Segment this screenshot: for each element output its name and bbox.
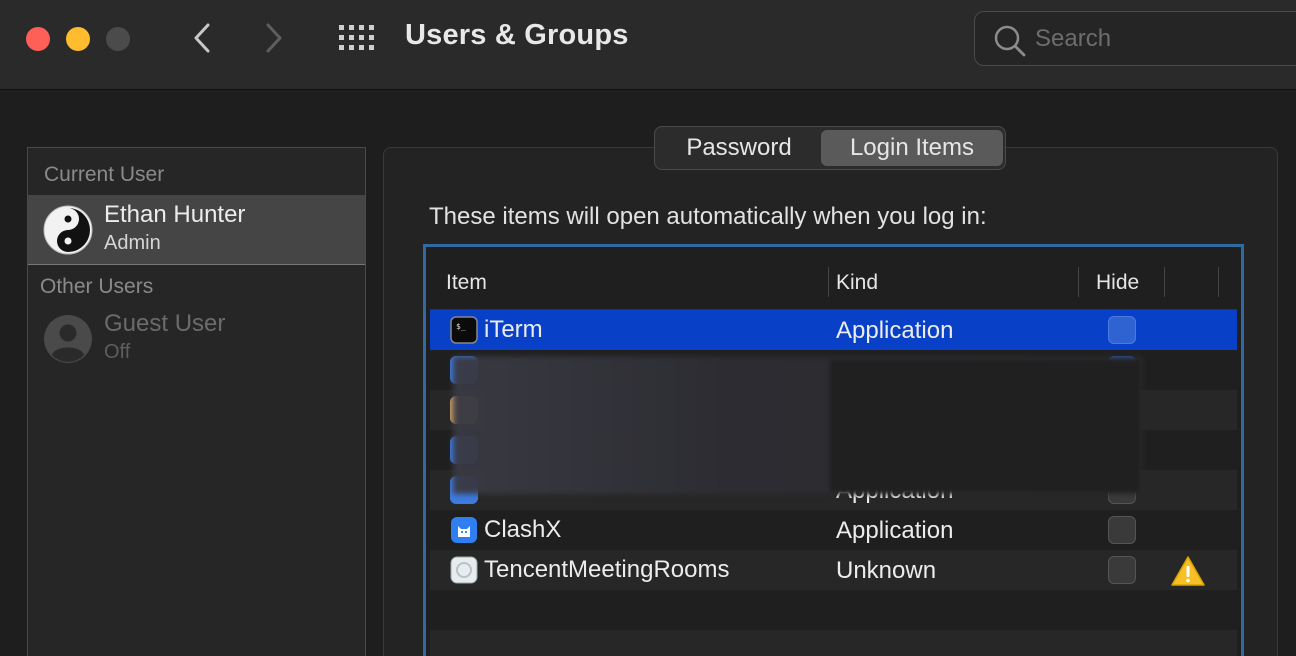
terminal-icon: $_ (450, 316, 478, 344)
login-item-kind: Application (836, 517, 954, 544)
search-field[interactable] (974, 11, 1296, 66)
column-divider[interactable] (1164, 267, 1165, 297)
chevron-right-icon (266, 23, 282, 53)
table-row[interactable]: $_ iTerm Application (430, 310, 1237, 350)
tab-password[interactable]: Password (659, 130, 819, 166)
current-user-name: Ethan Hunter (104, 201, 246, 228)
current-user-role: Admin (104, 232, 161, 254)
minimize-window-button[interactable] (66, 27, 90, 51)
current-user-heading: Current User (44, 163, 165, 186)
zoom-window-button[interactable] (106, 27, 130, 51)
back-button[interactable] (186, 20, 218, 56)
guest-user-name: Guest User (104, 310, 226, 337)
sidebar-user-guest[interactable]: Guest User Off (28, 306, 365, 376)
magnifying-glass-icon (994, 25, 1026, 57)
table-row-empty (430, 590, 1237, 630)
login-item-name: TencentMeetingRooms (484, 556, 730, 583)
generic-user-icon (44, 315, 92, 363)
window-toolbar: Users & Groups (0, 0, 1296, 90)
guest-user-status: Off (104, 341, 131, 363)
table-row[interactable]: TencentMeetingRooms Unknown (430, 550, 1237, 590)
hide-checkbox[interactable] (1108, 556, 1136, 584)
column-header-hide[interactable]: Hide (1096, 271, 1139, 295)
close-window-button[interactable] (26, 27, 50, 51)
login-item-kind: Application (836, 317, 954, 344)
clashx-cat-icon (451, 517, 477, 543)
show-all-preferences-button[interactable] (338, 24, 376, 52)
warning-icon[interactable] (1170, 555, 1206, 587)
column-header-item[interactable]: Item (446, 271, 487, 295)
login-item-name: ClashX (484, 516, 562, 543)
other-users-heading: Other Users (40, 275, 154, 298)
tencent-meeting-icon (450, 556, 478, 584)
grid-icon (339, 25, 374, 50)
table-row-empty (430, 630, 1237, 656)
sidebar-user-current[interactable]: Ethan Hunter Admin (28, 195, 365, 265)
tab-login-items[interactable]: Login Items (821, 130, 1003, 166)
table-header: Item Kind Hide (430, 251, 1237, 310)
login-items-description: These items will open automatically when… (429, 203, 987, 230)
window-title: Users & Groups (405, 19, 629, 51)
column-divider[interactable] (1078, 267, 1079, 297)
tab-bar: Password Login Items (654, 126, 1006, 170)
column-divider[interactable] (1218, 267, 1219, 297)
login-item-name: iTerm (484, 316, 543, 343)
svg-text:$_: $_ (456, 322, 466, 331)
column-divider[interactable] (828, 267, 829, 297)
users-sidebar: Current User Ethan Hunter Admin Other Us… (27, 147, 366, 656)
chevron-left-icon (194, 23, 210, 53)
login-item-kind: Unknown (836, 557, 937, 584)
hide-checkbox[interactable] (1108, 516, 1136, 544)
redacted-area (830, 360, 1140, 492)
column-header-kind[interactable]: Kind (836, 271, 878, 295)
forward-button[interactable] (258, 20, 290, 56)
table-row[interactable]: ClashX Application (430, 510, 1237, 550)
yin-yang-icon (43, 205, 93, 255)
hide-checkbox[interactable] (1108, 316, 1136, 344)
search-input[interactable] (1035, 24, 1275, 54)
